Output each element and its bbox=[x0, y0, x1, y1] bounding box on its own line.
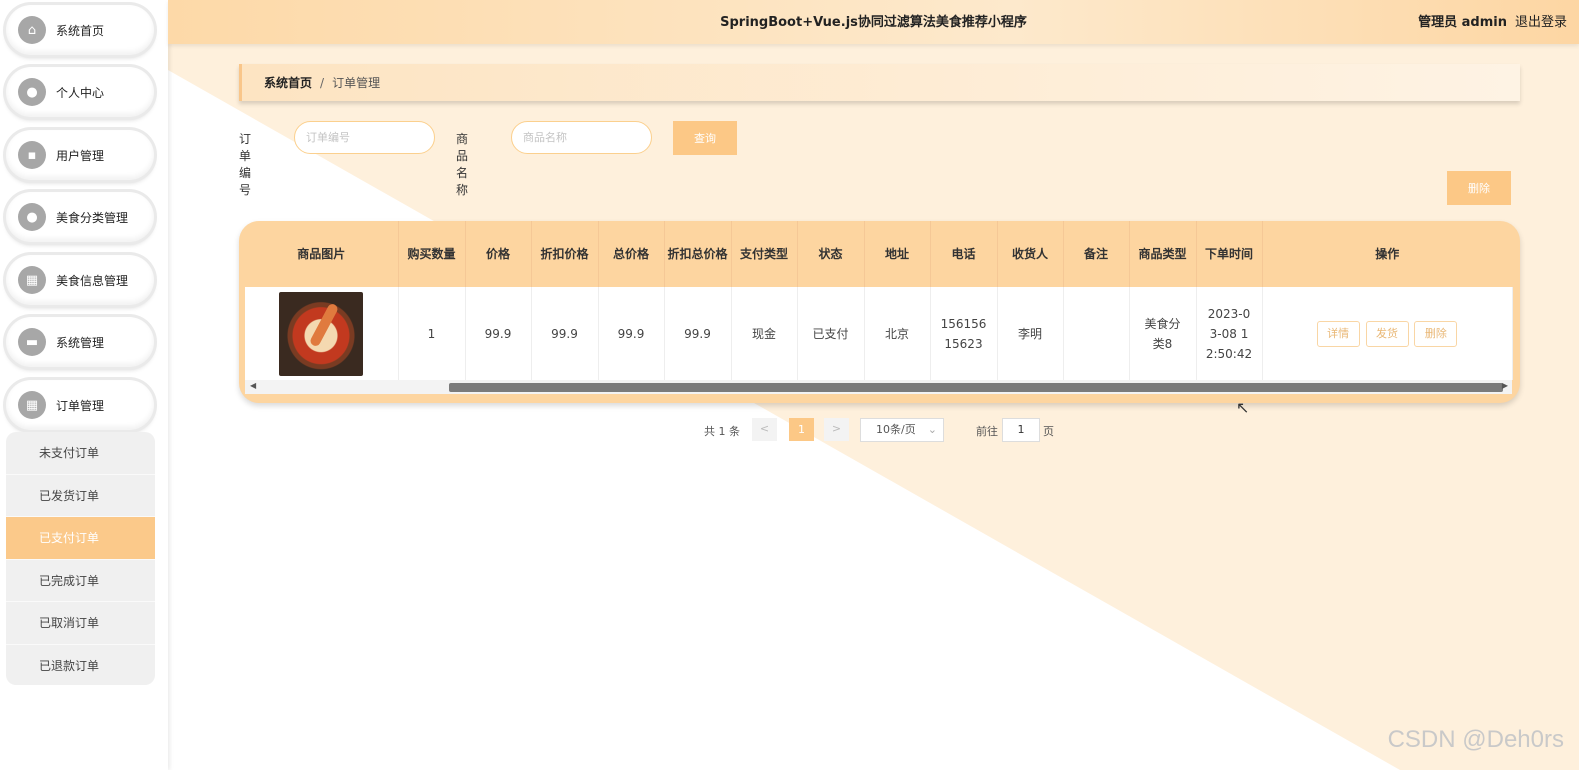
chat-icon: ▪ bbox=[18, 141, 46, 169]
sidebar-item-label: 系统首页 bbox=[56, 23, 105, 38]
total-count: 共 1 条 bbox=[704, 425, 740, 438]
goto-page-input[interactable]: 1 bbox=[1002, 418, 1040, 442]
column-header: 支付类型 bbox=[731, 221, 798, 287]
total-cell: 99.9 bbox=[598, 287, 665, 380]
mouse-cursor-icon: ↖ bbox=[1236, 398, 1250, 417]
batch-delete-button[interactable]: 删除 bbox=[1447, 171, 1511, 205]
delete-button[interactable]: 删除 bbox=[1414, 320, 1458, 347]
sidebar-item-users[interactable]: ▪ 用户管理 bbox=[6, 130, 154, 180]
sidebar-item-label: 个人中心 bbox=[56, 85, 105, 100]
submenu-refunded-orders[interactable]: 已退款订单 bbox=[6, 645, 155, 686]
status-cell: 已支付 bbox=[797, 287, 865, 380]
grid-icon: ▦ bbox=[18, 391, 46, 419]
category-cell: 美食分类8 bbox=[1129, 287, 1197, 380]
receiver-cell: 李明 bbox=[997, 287, 1064, 380]
sidebar-item-system[interactable]: ▬ 系统管理 bbox=[6, 317, 154, 367]
discount-price-cell: 99.9 bbox=[531, 287, 599, 380]
column-header: 电话 bbox=[930, 221, 998, 287]
column-header: 操作 bbox=[1375, 246, 1400, 261]
product-name-label: 商品名称 bbox=[456, 132, 469, 197]
price-cell: 99.9 bbox=[465, 287, 532, 380]
ship-button[interactable]: 发货 bbox=[1365, 320, 1409, 347]
logout-link[interactable]: 退出登录 bbox=[1515, 11, 1567, 30]
scroll-left-icon[interactable]: ◀ bbox=[250, 381, 256, 390]
column-header: 状态 bbox=[797, 221, 865, 287]
column-header: 价格 bbox=[465, 221, 532, 287]
sidebar-item-label: 美食分类管理 bbox=[56, 210, 129, 225]
column-header: 商品图片 bbox=[245, 221, 399, 287]
goto-label: 前往 bbox=[976, 425, 998, 438]
orders-table: 商品图片 购买数量 价格 折扣价格 总价格 折扣总价格 支付类型 状态 地址 电… bbox=[239, 221, 1520, 403]
submenu-completed-orders[interactable]: 已完成订单 bbox=[6, 560, 155, 602]
next-page-button[interactable]: > bbox=[824, 418, 849, 441]
chevron-down-icon: ⌄ bbox=[927, 423, 937, 436]
column-header: 收货人 bbox=[997, 221, 1064, 287]
column-header: 地址 bbox=[864, 221, 931, 287]
detail-button[interactable]: 详情 bbox=[1316, 320, 1360, 347]
column-header: 下单时间 bbox=[1196, 221, 1263, 287]
column-header: 商品类型 bbox=[1129, 221, 1197, 287]
submenu-paid-orders[interactable]: 已支付订单 bbox=[6, 517, 155, 560]
order-submenu: 未支付订单 已发货订单 已支付订单 已完成订单 已取消订单 已退款订单 bbox=[6, 432, 155, 685]
sidebar-item-orders[interactable]: ▦ 订单管理 bbox=[6, 380, 154, 430]
sidebar-item-label: 订单管理 bbox=[56, 398, 105, 413]
watermark: CSDN @Deh0rs bbox=[1387, 726, 1564, 753]
phone-cell: 15615615623 bbox=[930, 287, 998, 380]
column-header: 购买数量 bbox=[398, 221, 466, 287]
order-number-input[interactable] bbox=[294, 121, 435, 154]
address-cell: 北京 bbox=[864, 287, 931, 380]
sidebar-item-food-category[interactable]: ● 美食分类管理 bbox=[6, 192, 154, 242]
user-info: 管理员 admin bbox=[1418, 15, 1507, 30]
sidebar-item-label: 系统管理 bbox=[56, 335, 105, 350]
top-header: SpringBoot+Vue.js协同过滤算法美食推荐小程序 管理员 admin… bbox=[168, 0, 1579, 44]
breadcrumb-home[interactable]: 系统首页 bbox=[264, 74, 312, 91]
column-header: 折扣总价格 bbox=[664, 221, 732, 287]
discount-total-cell: 99.9 bbox=[664, 287, 732, 380]
actions-cell: 详情 发货 删除 bbox=[1262, 287, 1513, 380]
query-button[interactable]: 查询 bbox=[673, 121, 737, 155]
breadcrumb-current: 订单管理 bbox=[332, 76, 381, 90]
prev-page-button[interactable]: < bbox=[752, 418, 777, 441]
scrollbar-thumb[interactable] bbox=[449, 383, 1503, 392]
order-time-cell: 2023-03-08 12:50:42 bbox=[1196, 287, 1263, 380]
breadcrumb: 系统首页 / 订单管理 bbox=[239, 64, 1520, 101]
product-name-input[interactable] bbox=[511, 121, 652, 154]
quantity-cell: 1 bbox=[398, 287, 466, 380]
submenu-shipped-orders[interactable]: 已发货订单 bbox=[6, 475, 155, 517]
sidebar-item-label: 用户管理 bbox=[56, 148, 105, 163]
grid-icon: ▦ bbox=[18, 266, 46, 294]
product-image-cell bbox=[245, 287, 399, 380]
user-icon: ● bbox=[18, 78, 46, 106]
breadcrumb-separator: / bbox=[320, 75, 325, 90]
submenu-cancelled-orders[interactable]: 已取消订单 bbox=[6, 602, 155, 645]
pay-type-cell: 现金 bbox=[731, 287, 798, 380]
order-number-label: 订单编号 bbox=[239, 132, 252, 197]
horizontal-scrollbar[interactable]: ◀ ▶ bbox=[245, 380, 1512, 394]
home-icon: ⌂ bbox=[18, 16, 46, 44]
column-header: 折扣价格 bbox=[531, 221, 599, 287]
scroll-right-icon[interactable]: ▶ bbox=[1502, 381, 1508, 390]
column-header: 总价格 bbox=[598, 221, 665, 287]
note-cell bbox=[1063, 287, 1130, 380]
user-icon: ● bbox=[18, 203, 46, 231]
briefcase-icon: ▬ bbox=[18, 328, 46, 356]
table-row: 1 99.9 99.9 99.9 99.9 现金 已支付 北京 15615615… bbox=[245, 287, 1513, 380]
app-title: SpringBoot+Vue.js协同过滤算法美食推荐小程序 bbox=[720, 15, 1027, 30]
sidebar-item-food-info[interactable]: ▦ 美食信息管理 bbox=[6, 255, 154, 305]
submenu-unpaid-orders[interactable]: 未支付订单 bbox=[6, 432, 155, 475]
column-header: 备注 bbox=[1063, 221, 1130, 287]
food-image bbox=[279, 291, 364, 376]
page-number-current[interactable]: 1 bbox=[789, 418, 814, 441]
page-size-value: 10条/页 bbox=[876, 423, 916, 436]
sidebar-item-profile[interactable]: ● 个人中心 bbox=[6, 67, 154, 117]
category-text: 美食分类8 bbox=[1144, 316, 1181, 351]
order-time-text: 2023-03-08 12:50:42 bbox=[1205, 306, 1253, 361]
table-header-row: 商品图片 购买数量 价格 折扣价格 总价格 折扣总价格 支付类型 状态 地址 电… bbox=[245, 221, 1512, 287]
sidebar-item-label: 美食信息管理 bbox=[56, 273, 129, 288]
phone-text: 15615615623 bbox=[940, 316, 987, 351]
sidebar: ⌂ 系统首页 ● 个人中心 ▪ 用户管理 ● 美食分类管理 ▦ 美食信息管理 ▬… bbox=[0, 0, 168, 770]
page-unit-label: 页 bbox=[1043, 425, 1054, 438]
page-size-select[interactable]: 10条/页 ⌄ bbox=[860, 418, 944, 442]
sidebar-item-home[interactable]: ⌂ 系统首页 bbox=[6, 5, 154, 55]
